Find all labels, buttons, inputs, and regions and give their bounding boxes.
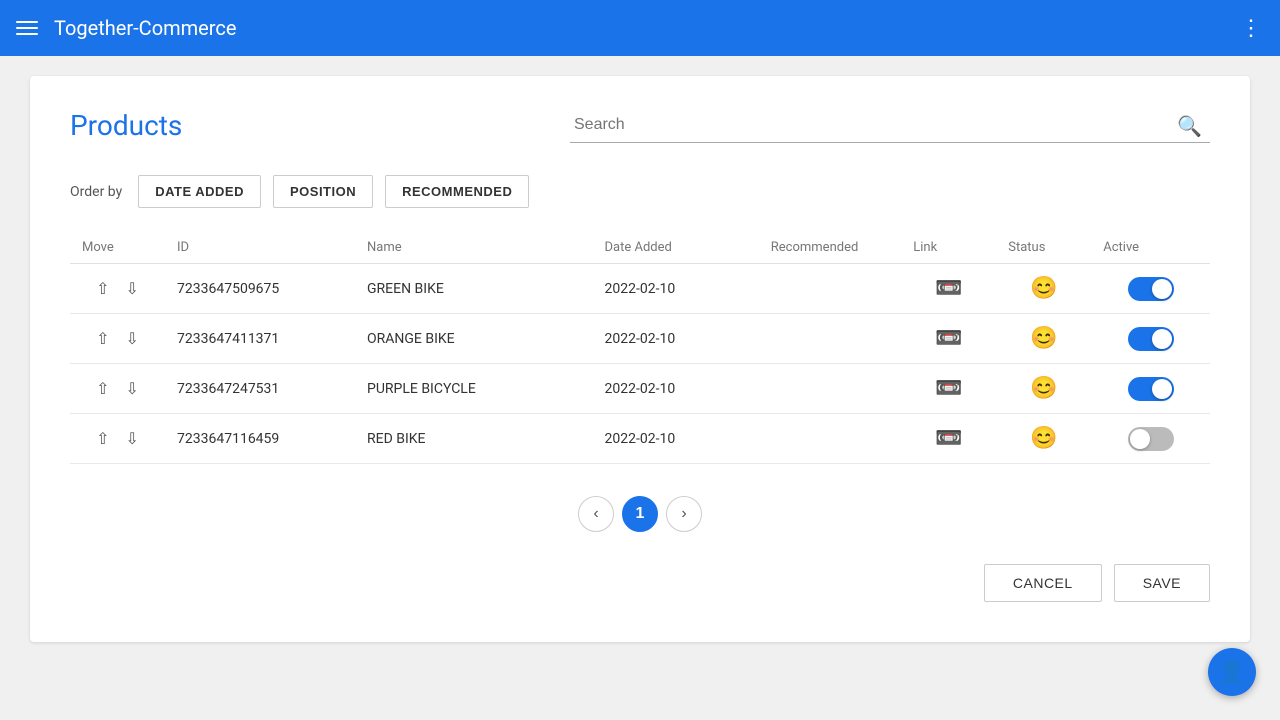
order-date-added-button[interactable]: DATE ADDED (138, 175, 261, 208)
table-row: ⇧ ⇩ 7233647247531PURPLE BICYCLE2022-02-1… (70, 364, 1210, 414)
product-status[interactable]: 😊 (996, 364, 1091, 414)
col-header-link: Link (901, 232, 996, 264)
search-container: 🔍 (570, 108, 1210, 143)
status-icon[interactable]: 😊 (1030, 426, 1057, 451)
fab-button[interactable]: 👤 (1208, 648, 1256, 696)
move-cell: ⇧ ⇩ (70, 364, 165, 414)
link-icon[interactable]: 📼 (935, 326, 962, 351)
product-name: ORANGE BIKE (355, 314, 593, 364)
product-status[interactable]: 😊 (996, 414, 1091, 464)
move-cell: ⇧ ⇩ (70, 264, 165, 314)
order-recommended-button[interactable]: RECOMMENDED (385, 175, 529, 208)
product-recommended (759, 364, 902, 414)
product-id: 7233647509675 (165, 264, 355, 314)
pagination-next-button[interactable]: › (666, 496, 702, 532)
toggle-slider (1128, 427, 1174, 451)
page-title: Products (70, 109, 182, 142)
product-date: 2022-02-10 (593, 264, 759, 314)
col-header-id: ID (165, 232, 355, 264)
active-toggle[interactable] (1128, 327, 1174, 351)
product-name: PURPLE BICYCLE (355, 364, 593, 414)
status-icon[interactable]: 😊 (1030, 326, 1057, 351)
move-up-button[interactable]: ⇧ (92, 327, 113, 351)
header-row: Products 🔍 (70, 108, 1210, 143)
product-id: 7233647411371 (165, 314, 355, 364)
product-active[interactable] (1091, 364, 1210, 414)
product-link[interactable]: 📼 (901, 364, 996, 414)
orderby-label: Order by (70, 184, 122, 200)
product-id: 7233647116459 (165, 414, 355, 464)
product-date: 2022-02-10 (593, 414, 759, 464)
product-active[interactable] (1091, 264, 1210, 314)
active-toggle[interactable] (1128, 427, 1174, 451)
main-card: Products 🔍 Order by DATE ADDED POSITION … (30, 76, 1250, 642)
product-date: 2022-02-10 (593, 314, 759, 364)
more-options-icon[interactable]: ⋮ (1240, 16, 1264, 41)
product-name: GREEN BIKE (355, 264, 593, 314)
link-icon[interactable]: 📼 (935, 426, 962, 451)
link-icon[interactable]: 📼 (935, 276, 962, 301)
product-recommended (759, 264, 902, 314)
product-table: Move ID Name Date Added Recommended Link… (70, 232, 1210, 464)
active-toggle[interactable] (1128, 377, 1174, 401)
col-header-move: Move (70, 232, 165, 264)
search-input[interactable] (570, 108, 1210, 143)
move-down-button[interactable]: ⇩ (122, 427, 143, 451)
cancel-button[interactable]: CANCEL (984, 564, 1102, 602)
product-id: 7233647247531 (165, 364, 355, 414)
col-header-status: Status (996, 232, 1091, 264)
app-title: Together-Commerce (54, 16, 236, 40)
active-toggle[interactable] (1128, 277, 1174, 301)
topbar-left: Together-Commerce (16, 16, 236, 40)
product-recommended (759, 314, 902, 364)
product-active[interactable] (1091, 414, 1210, 464)
table-row: ⇧ ⇩ 7233647509675GREEN BIKE2022-02-10 📼 😊 (70, 264, 1210, 314)
toggle-slider (1128, 327, 1174, 351)
product-active[interactable] (1091, 314, 1210, 364)
product-link[interactable]: 📼 (901, 314, 996, 364)
product-link[interactable]: 📼 (901, 414, 996, 464)
search-icon: 🔍 (1177, 114, 1202, 138)
product-recommended (759, 414, 902, 464)
toggle-slider (1128, 277, 1174, 301)
fab-icon: 👤 (1218, 660, 1245, 685)
status-icon[interactable]: 😊 (1030, 376, 1057, 401)
col-header-active: Active (1091, 232, 1210, 264)
move-down-button[interactable]: ⇩ (122, 277, 143, 301)
move-down-button[interactable]: ⇩ (122, 377, 143, 401)
link-icon[interactable]: 📼 (935, 376, 962, 401)
product-status[interactable]: 😊 (996, 264, 1091, 314)
move-up-button[interactable]: ⇧ (92, 277, 113, 301)
product-status[interactable]: 😊 (996, 314, 1091, 364)
table-row: ⇧ ⇩ 7233647411371ORANGE BIKE2022-02-10 📼 😊 (70, 314, 1210, 364)
table-row: ⇧ ⇩ 7233647116459RED BIKE2022-02-10 📼 😊 (70, 414, 1210, 464)
pagination-prev-button[interactable]: ‹ (578, 496, 614, 532)
product-link[interactable]: 📼 (901, 264, 996, 314)
move-cell: ⇧ ⇩ (70, 414, 165, 464)
save-button[interactable]: SAVE (1114, 564, 1210, 602)
product-name: RED BIKE (355, 414, 593, 464)
status-icon[interactable]: 😊 (1030, 276, 1057, 301)
move-up-button[interactable]: ⇧ (92, 377, 113, 401)
col-header-date: Date Added (593, 232, 759, 264)
pagination-page-1-button[interactable]: 1 (622, 496, 658, 532)
topbar: Together-Commerce ⋮ (0, 0, 1280, 56)
hamburger-menu-icon[interactable] (16, 21, 38, 35)
toggle-slider (1128, 377, 1174, 401)
col-header-name: Name (355, 232, 593, 264)
pagination: ‹ 1 › (70, 496, 1210, 532)
orderby-row: Order by DATE ADDED POSITION RECOMMENDED (70, 175, 1210, 208)
order-position-button[interactable]: POSITION (273, 175, 373, 208)
col-header-recommended: Recommended (759, 232, 902, 264)
footer-row: CANCEL SAVE (70, 564, 1210, 602)
move-cell: ⇧ ⇩ (70, 314, 165, 364)
move-up-button[interactable]: ⇧ (92, 427, 113, 451)
product-date: 2022-02-10 (593, 364, 759, 414)
move-down-button[interactable]: ⇩ (122, 327, 143, 351)
